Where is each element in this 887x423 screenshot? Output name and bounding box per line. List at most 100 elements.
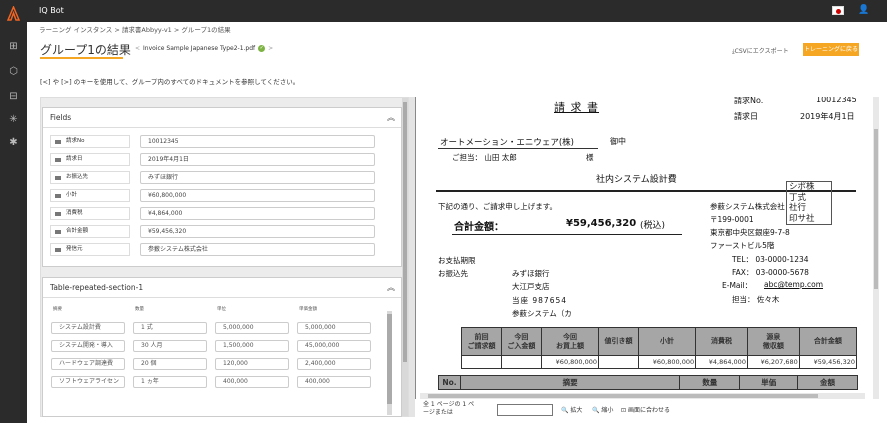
table-cell-input[interactable]: 5,000,000 <box>215 322 289 334</box>
table-cell-input[interactable]: ハードウェア調達費 <box>51 358 125 370</box>
field-label[interactable]: お振込先 <box>50 171 130 184</box>
learning-instances-icon[interactable]: ⊞ <box>7 40 20 53</box>
doc-fax: FAX： 03-0000-5678 <box>732 268 809 277</box>
field-row: お振込先 みずほ銀行 <box>50 171 397 184</box>
table-cell-input[interactable]: 1 ヵ年 <box>133 376 207 388</box>
item-header: 摘要 <box>459 375 681 390</box>
field-value-input[interactable]: みずほ銀行 <box>140 171 375 184</box>
collapse-icon[interactable]: ︽ <box>387 108 395 128</box>
table-column-header: 数量 <box>135 307 144 312</box>
document-vscrollbar[interactable] <box>873 97 879 400</box>
field-label[interactable]: 請求日 <box>50 153 130 166</box>
field-value-input[interactable]: 参薮システム株式会社 <box>140 243 375 256</box>
item-header: 金額 <box>797 375 858 390</box>
field-label[interactable]: 消費税 <box>50 207 130 220</box>
field-value-input[interactable]: ¥60,800,000 <box>140 189 375 202</box>
table-scrollbar[interactable] <box>387 311 392 415</box>
table-cell-input[interactable]: 30 人月 <box>133 340 207 352</box>
field-value-input[interactable]: ¥59,456,320 <box>140 225 375 238</box>
fields-pane: Fields ︽ 請求No 10012345 請求日 2019年4月1日お振込先 みずほ銀… <box>40 97 409 417</box>
summary-value <box>500 355 542 369</box>
document-viewer: 請 求 書 請求No. 10012345 請求日 2019年4月1日 オートメー… <box>415 97 873 400</box>
table-cell-input[interactable]: 20 個 <box>133 358 207 370</box>
table-cell-input[interactable]: システム設計費 <box>51 322 125 334</box>
page-number-input[interactable] <box>497 404 553 416</box>
settings-icon[interactable]: ✱ <box>7 136 20 149</box>
japan-flag-icon[interactable] <box>832 6 844 15</box>
doc-invoice-no: 10012345 <box>816 97 857 104</box>
field-label-text: お振込先 <box>66 174 89 180</box>
collapse-icon[interactable]: ︽ <box>387 278 395 298</box>
csv-export-label: CSVにエクスポート <box>734 48 789 55</box>
field-label[interactable]: 請求No <box>50 135 130 148</box>
csv-export-link[interactable]: ⤓CSVにエクスポート <box>732 46 789 56</box>
summary-header: 消費税 <box>695 327 748 356</box>
field-row: 消費税 ¥4,864,000 <box>50 207 397 220</box>
field-row: 発信元 参薮システム株式会社 <box>50 243 397 256</box>
automation-anywhere-logo-icon <box>6 6 21 21</box>
fields-panel-title: Fields <box>50 113 72 122</box>
field-icon <box>55 230 61 234</box>
summary-header: 今回 ご入金額 <box>500 327 542 356</box>
breadcrumb[interactable]: ラーニング インスタンス > 請求書Abbyy-v1 > グループ1の結果 <box>39 24 231 34</box>
fields-pane-scrollbar[interactable] <box>402 98 408 416</box>
field-label-text: 消費税 <box>66 210 83 216</box>
table-row: ハードウェア調達費 20 個 120,000 2,400,000 <box>51 358 384 371</box>
bots-icon[interactable]: ⊟ <box>7 90 20 103</box>
doc-contact: ご担当： 山田 太郎 <box>452 153 517 162</box>
table-column-header: 摘要 <box>53 307 62 312</box>
doc-date: 2019年4月1日 <box>800 112 855 121</box>
next-doc-button[interactable]: > <box>268 45 273 52</box>
table-cell-input[interactable]: ソフトウェアライセン <box>51 376 125 388</box>
field-value-input[interactable]: 10012345 <box>140 135 375 148</box>
zoom-out-icon: 🔍 <box>592 407 600 414</box>
zoom-in-button[interactable]: 🔍 拡大 <box>561 405 582 414</box>
doc-building: ファーストビル5階 <box>710 241 775 250</box>
table-cell-input[interactable]: 1 式 <box>133 322 207 334</box>
table-row: システム開発・導入 30 人月 1,500,000 45,000,000 <box>51 340 384 353</box>
side-nav: ⊞ ⬡ ⊟ ✳ ✱ <box>0 0 27 423</box>
table-cell-input[interactable]: 120,000 <box>215 358 289 370</box>
table-cell-input[interactable]: 1,500,000 <box>215 340 289 352</box>
doc-address: 東京都中央区銀座9-7-8 <box>710 228 790 237</box>
field-label[interactable]: 小計 <box>50 189 130 202</box>
back-to-training-button[interactable]: トレーニングに戻る <box>803 43 859 56</box>
dashboard-icon[interactable]: ✳ <box>7 113 20 126</box>
field-value-input[interactable]: ¥4,864,000 <box>140 207 375 220</box>
field-label[interactable]: 発信元 <box>50 243 130 256</box>
table-row: ソフトウェアライセン 1 ヵ年 400,000 400,000 <box>51 376 384 389</box>
prev-doc-button[interactable]: < <box>135 45 140 52</box>
table-cell-input[interactable]: 45,000,000 <box>297 340 371 352</box>
doc-email-label: E-Mail： <box>722 281 753 290</box>
field-label-text: 発信元 <box>66 246 83 252</box>
field-value-input[interactable]: 2019年4月1日 <box>140 153 375 166</box>
top-bar: IQ Bot 👤 <box>27 0 887 22</box>
zoom-in-icon: 🔍 <box>561 407 569 414</box>
summary-value: ¥60,800,000 <box>540 355 600 369</box>
hexagon-icon[interactable]: ⬡ <box>7 65 20 78</box>
company-seal-stamp: シポ株 丁式 社行 印サ社 <box>786 181 832 225</box>
table-panel: Table-repeated-section-1 ︽ 摘要 数量 単位 単価金額 システム… <box>42 277 402 417</box>
summary-header: 値引き額 <box>598 327 639 356</box>
doc-tanto: 担当： 佐々木 <box>732 295 780 304</box>
zoom-out-label: 縮小 <box>601 407 614 414</box>
table-cell-input[interactable]: 400,000 <box>297 376 371 388</box>
field-icon <box>55 212 61 216</box>
table-cell-input[interactable]: システム開発・導入 <box>51 340 125 352</box>
user-icon[interactable]: 👤 <box>858 5 869 15</box>
item-header: 単価 <box>739 375 799 390</box>
zoom-out-button[interactable]: 🔍 縮小 <box>592 405 613 414</box>
fields-panel-header[interactable]: Fields ︽ <box>43 108 401 128</box>
doc-account: 当座 987654 <box>512 296 568 305</box>
summary-header: 前回 ご請求額 <box>461 327 502 356</box>
table-cell-input[interactable]: 5,000,000 <box>297 322 371 334</box>
table-panel-header[interactable]: Table-repeated-section-1 ︽ <box>43 278 401 298</box>
field-label[interactable]: 合計金額 <box>50 225 130 238</box>
table-cell-input[interactable]: 400,000 <box>215 376 289 388</box>
summary-value: ¥4,864,000 <box>695 355 748 369</box>
table-column-header: 単位 <box>217 307 226 312</box>
fit-screen-button[interactable]: ⊡ 画面に合わせる <box>621 405 670 414</box>
table-cell-input[interactable]: 2,400,000 <box>297 358 371 370</box>
doc-total-value: ¥59,456,320 <box>566 218 637 229</box>
doc-email: abc@temp.com <box>764 280 824 289</box>
